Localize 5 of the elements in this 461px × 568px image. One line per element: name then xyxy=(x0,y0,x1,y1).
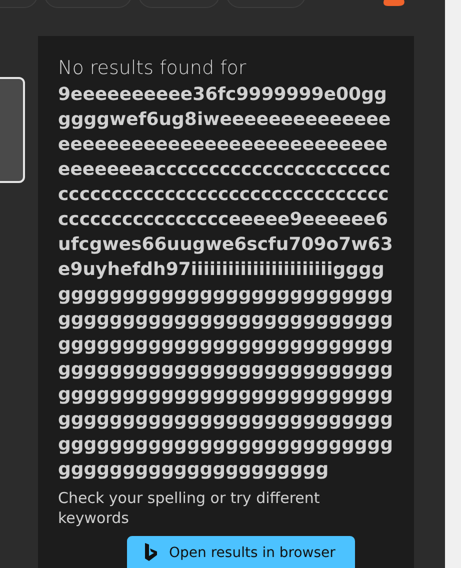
open-in-browser-button[interactable]: Open results in browser xyxy=(127,536,355,568)
no-results-heading: No results found for xyxy=(58,56,248,81)
hint-text: Check your spelling or try different keywords xyxy=(58,488,321,528)
search-query: 9eeeeeeeeee36fc9999999e00ggggggwef6ug8iweeeeeeeeeeeeeeeeeeeeeeeeeeeeeeeeeeeeeeeeeeeeeeeeaccccccccccccccccccccccccccccccccccccccccccccccccccccccccccccccccccccceeeee9eeeeee6ufcgwes66uugwe6scfu709o7w63e9uyhefdh97iiiiiiiiiiiiiiiiiiiiiiiggggggggggggggggggggggggggggggggggggggggggggggggggggggggggggggggggggggggggggggggggggggggggggggggggggggggggggggggggggggggggggggggggggggggggggggggggggggggggggggggggggggggggggggggggggggggggggggggggggggggggggggg xyxy=(58,83,394,482)
bing-icon xyxy=(145,543,157,561)
